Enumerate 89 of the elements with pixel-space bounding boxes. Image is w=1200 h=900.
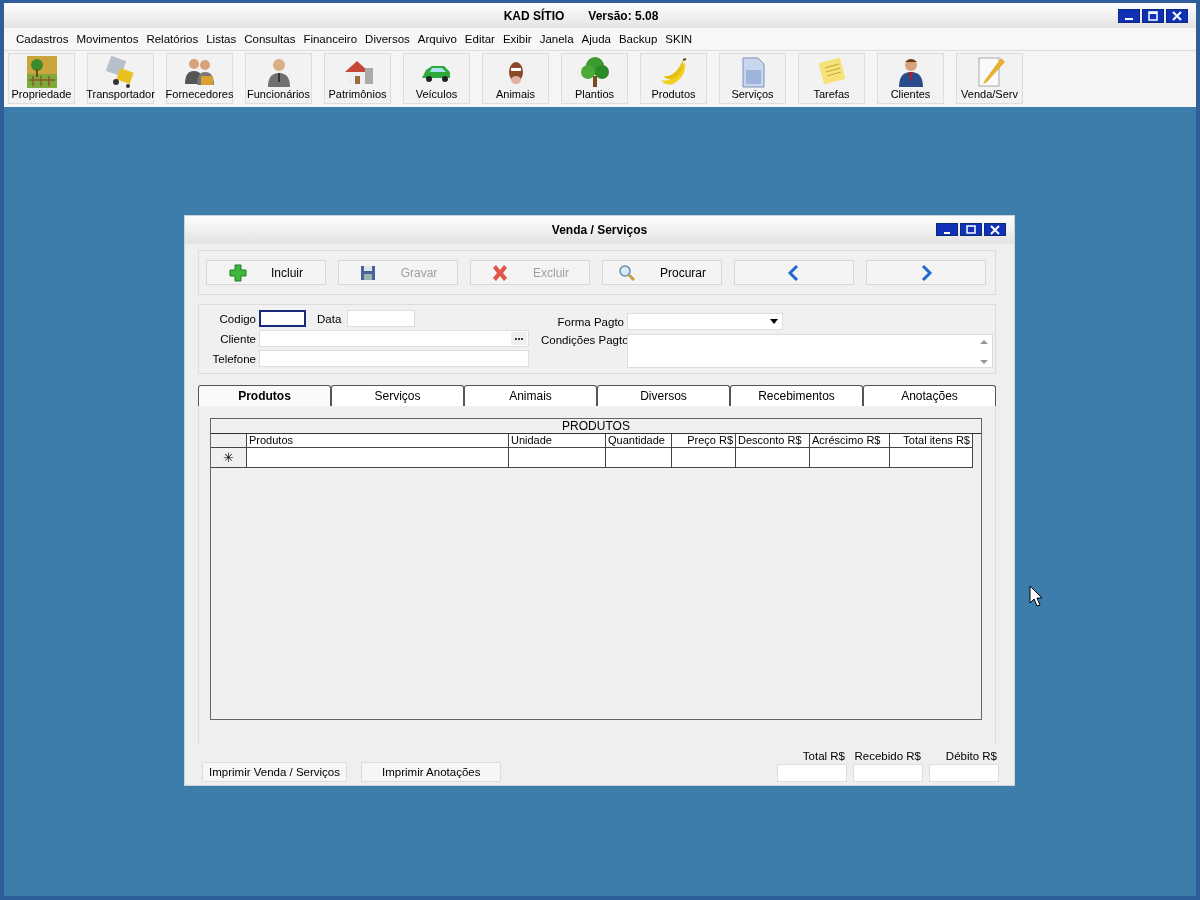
- menu-item[interactable]: Financeiro: [303, 33, 358, 45]
- minimize-button[interactable]: [1118, 8, 1140, 23]
- tab[interactable]: Anotações: [863, 385, 996, 406]
- close-icon: [1172, 10, 1182, 21]
- total-label: Recebido R$: [854, 750, 922, 762]
- column-header[interactable]: Quantidade: [606, 434, 672, 448]
- tab[interactable]: Diversos: [597, 385, 730, 406]
- column-header[interactable]: Acréscimo R$: [810, 434, 890, 448]
- column-header[interactable]: Produtos: [247, 434, 509, 448]
- toolbar-button[interactable]: Propriedade: [8, 53, 75, 104]
- toolbar-button[interactable]: Animais: [482, 53, 549, 104]
- column-header[interactable]: Desconto R$: [736, 434, 810, 448]
- total-field[interactable]: [853, 764, 923, 782]
- menu-item[interactable]: Backup: [618, 33, 658, 45]
- menu-item[interactable]: Ajuda: [581, 33, 611, 45]
- total-label: Débito R$: [945, 750, 998, 762]
- field-label: Telefone: [211, 352, 256, 365]
- search-icon: [618, 263, 636, 282]
- total-label: Total R$: [802, 750, 846, 762]
- table-cell[interactable]: [736, 448, 810, 468]
- print-button[interactable]: Imprimir Venda / Serviços: [202, 762, 347, 782]
- toolbar-button[interactable]: Patrimônios: [324, 53, 391, 104]
- field-label: Data: [316, 312, 343, 325]
- tab[interactable]: Recebimentos: [730, 385, 863, 406]
- tab[interactable]: Produtos: [198, 385, 331, 406]
- action-button[interactable]: Incluir: [206, 260, 326, 285]
- window-title: Venda / Serviços: [551, 223, 648, 237]
- menu-item[interactable]: SKIN: [665, 33, 693, 45]
- toolbar-button[interactable]: Funcionários: [245, 53, 312, 104]
- column-header[interactable]: Total itens R$: [890, 434, 973, 448]
- menu-item[interactable]: Exibir: [502, 33, 532, 45]
- maximize-button[interactable]: [960, 223, 982, 236]
- minimize-button[interactable]: [936, 223, 958, 236]
- toolbar-button[interactable]: Fornecedores: [166, 53, 233, 104]
- maximize-button[interactable]: [1142, 8, 1164, 23]
- total-field[interactable]: [777, 764, 847, 782]
- toolbar-button[interactable]: Transportador: [87, 53, 154, 104]
- column-header[interactable]: Unidade: [509, 434, 606, 448]
- farm-icon: [24, 56, 59, 88]
- close-button[interactable]: [1166, 8, 1188, 23]
- toolbar-button[interactable]: Veículos: [403, 53, 470, 104]
- menu-item[interactable]: Relatórios: [146, 33, 199, 45]
- new-row-marker: ✳: [211, 448, 247, 468]
- toolbar-button[interactable]: Clientes: [877, 53, 944, 104]
- tab[interactable]: Animais: [464, 385, 597, 406]
- cross-icon: [491, 263, 509, 282]
- table-cell[interactable]: [890, 448, 973, 468]
- table-cell[interactable]: [606, 448, 672, 468]
- close-icon: [990, 224, 1000, 235]
- menu-item[interactable]: Janela: [539, 33, 574, 45]
- maximize-icon: [966, 224, 976, 235]
- toolbar-button[interactable]: Tarefas: [798, 53, 865, 104]
- table-cell[interactable]: [810, 448, 890, 468]
- toolbar-button[interactable]: Venda/Serv: [956, 53, 1023, 104]
- table-cell[interactable]: [672, 448, 736, 468]
- table-cell[interactable]: [509, 448, 606, 468]
- window-title: KAD SÍTIO: [503, 8, 565, 23]
- input-field[interactable]: [259, 310, 306, 327]
- field-label: Forma Pagto: [556, 315, 624, 328]
- maximize-icon: [1148, 10, 1158, 21]
- menu-item[interactable]: Listas: [206, 33, 237, 45]
- caret-icon: [770, 319, 778, 324]
- version-label: Versão: 5.08: [588, 8, 659, 23]
- mouse-cursor-icon: [1029, 585, 1043, 607]
- action-button[interactable]: Procurar: [602, 260, 722, 285]
- people-icon: [182, 56, 217, 88]
- column-header[interactable]: Preço R$: [672, 434, 736, 448]
- menu-item[interactable]: Movimentos: [76, 33, 139, 45]
- minimize-icon: [1125, 18, 1133, 20]
- menu-item[interactable]: Editar: [464, 33, 495, 45]
- tab[interactable]: Serviços: [331, 385, 464, 406]
- ellipsis-icon: [514, 336, 524, 341]
- field-label: Codigo: [218, 312, 256, 325]
- toolbar-button[interactable]: Produtos: [640, 53, 707, 104]
- plus-icon: [229, 263, 247, 282]
- close-button[interactable]: [984, 223, 1006, 236]
- toolbar-button[interactable]: Plantios: [561, 53, 628, 104]
- ellipsis-button[interactable]: [511, 332, 527, 345]
- field-label: Cliente: [219, 332, 256, 345]
- table-cell[interactable]: [247, 448, 509, 468]
- menu-item[interactable]: Diversos: [365, 33, 410, 45]
- toolbar-button[interactable]: Serviços: [719, 53, 786, 104]
- menu-item[interactable]: Consultas: [244, 33, 296, 45]
- floppy-icon: [358, 263, 377, 282]
- menu-item[interactable]: Arquivo: [417, 33, 457, 45]
- total-field[interactable]: [929, 764, 999, 782]
- print-button[interactable]: Imprimir Anotações: [361, 762, 502, 782]
- minimize-icon: [944, 232, 950, 234]
- menu-item[interactable]: Cadastros: [16, 33, 69, 45]
